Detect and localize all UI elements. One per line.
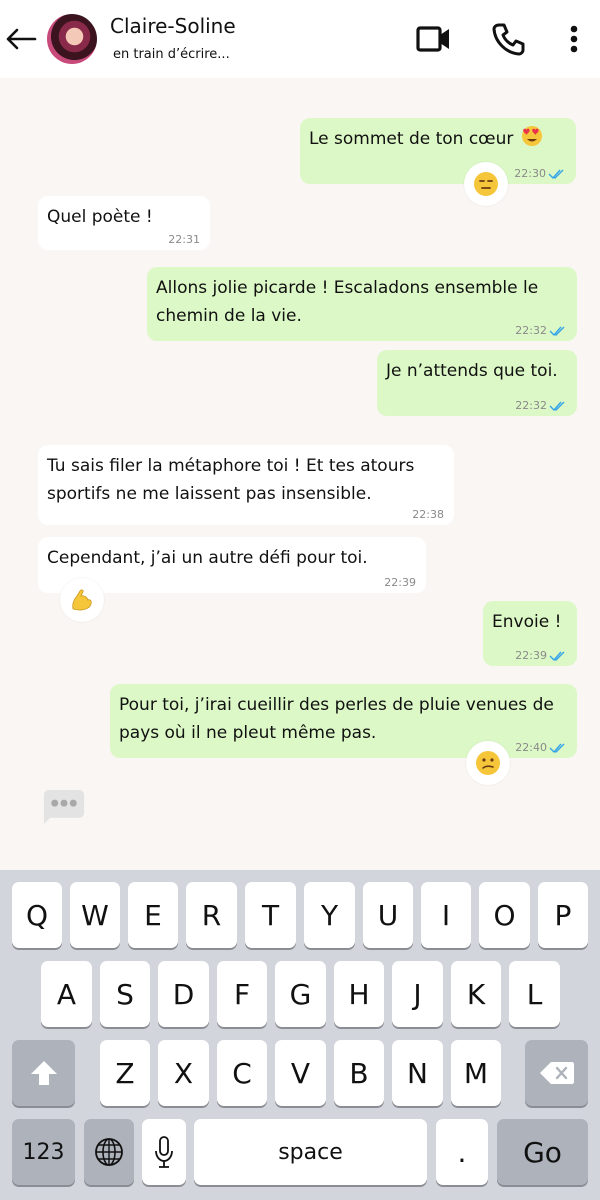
contact-name[interactable]: Claire-Soline	[110, 14, 236, 38]
key-x[interactable]: X	[158, 1040, 209, 1106]
read-receipt-icon	[549, 651, 565, 662]
key-m[interactable]: M	[451, 1040, 501, 1106]
message-bubble-outgoing[interactable]: Envoie ! 22:39	[483, 601, 577, 666]
key-r[interactable]: R	[186, 882, 237, 948]
key-b[interactable]: B	[334, 1040, 384, 1106]
confused-face-icon	[476, 751, 500, 775]
message-bubble-incoming[interactable]: Quel poète ! 22:31	[38, 196, 210, 250]
phone-call-icon[interactable]	[489, 20, 527, 58]
message-time: 22:31	[168, 233, 200, 246]
key-q[interactable]: Q	[12, 882, 62, 948]
back-arrow-icon[interactable]	[4, 22, 38, 56]
key-h[interactable]: H	[334, 961, 384, 1027]
message-text: Pour toi, j’irai cueillir des perles de …	[119, 695, 554, 743]
message-time: 22:32	[515, 399, 547, 412]
keyboard: Q W E R T Y U I O P A S D F G H J K L Z …	[0, 870, 600, 1200]
message-bubble-outgoing[interactable]: Je n’attends que toi. 22:32	[377, 350, 577, 416]
key-g[interactable]: G	[275, 961, 326, 1027]
reaction-badge[interactable]	[466, 741, 510, 785]
microphone-key[interactable]	[142, 1119, 186, 1185]
message-text: Tu sais filer la métaphore toi ! Et tes …	[47, 456, 415, 504]
flexed-biceps-icon	[72, 589, 92, 611]
key-y[interactable]: Y	[304, 882, 355, 948]
heart-eyes-emoji-icon	[521, 126, 542, 146]
go-key[interactable]: Go	[497, 1119, 588, 1185]
message-bubble-outgoing[interactable]: Pour toi, j’irai cueillir des perles de …	[110, 684, 577, 758]
key-a[interactable]: A	[41, 961, 92, 1027]
read-receipt-icon	[549, 743, 565, 754]
backspace-icon	[539, 1062, 574, 1084]
message-text: Le sommet de ton cœur	[309, 129, 514, 149]
key-i[interactable]: I	[421, 882, 471, 948]
expressionless-face-icon	[474, 172, 498, 196]
key-l[interactable]: L	[509, 961, 560, 1027]
message-time: 22:38	[412, 508, 444, 521]
message-time: 22:39	[384, 576, 416, 589]
globe-icon	[95, 1138, 123, 1166]
key-k[interactable]: K	[451, 961, 501, 1027]
key-n[interactable]: N	[392, 1040, 443, 1106]
space-key[interactable]: space	[194, 1119, 427, 1185]
avatar[interactable]	[47, 14, 97, 64]
key-o[interactable]: O	[479, 882, 530, 948]
more-options-icon[interactable]	[559, 20, 589, 58]
period-key[interactable]: .	[436, 1119, 488, 1185]
read-receipt-icon	[549, 326, 565, 337]
microphone-icon	[155, 1136, 173, 1168]
key-w[interactable]: W	[70, 882, 120, 948]
read-receipt-icon	[548, 169, 564, 180]
message-bubble-incoming[interactable]: Tu sais filer la métaphore toi ! Et tes …	[38, 445, 454, 525]
key-s[interactable]: S	[100, 961, 150, 1027]
message-text: Allons jolie picarde ! Escaladons ensemb…	[156, 278, 539, 326]
reaction-badge[interactable]	[464, 162, 508, 206]
message-time: 22:30	[514, 167, 546, 180]
message-bubble-outgoing[interactable]: Le sommet de ton cœur 22:30	[300, 118, 576, 184]
message-time: 22:32	[515, 324, 547, 337]
video-call-icon[interactable]	[415, 20, 453, 58]
numbers-key[interactable]: 123	[12, 1119, 75, 1185]
key-v[interactable]: V	[275, 1040, 326, 1106]
key-e[interactable]: E	[128, 882, 178, 948]
key-d[interactable]: D	[158, 961, 209, 1027]
message-text: Cependant, j’ai un autre défi pour toi.	[47, 548, 368, 568]
chat-header: Claire-Soline en train d’écrire...	[0, 0, 600, 78]
message-text: Je n’attends que toi.	[386, 361, 558, 381]
key-f[interactable]: F	[217, 961, 267, 1027]
shift-key[interactable]	[12, 1040, 75, 1106]
typing-status: en train d’écrire...	[113, 47, 230, 62]
shift-arrow-icon	[30, 1061, 57, 1085]
backspace-key[interactable]	[525, 1040, 588, 1106]
globe-key[interactable]	[84, 1119, 134, 1185]
message-time: 22:40	[515, 741, 547, 754]
key-p[interactable]: P	[538, 882, 588, 948]
read-receipt-icon	[549, 401, 565, 412]
reaction-badge[interactable]	[60, 578, 104, 622]
message-bubble-outgoing[interactable]: Allons jolie picarde ! Escaladons ensemb…	[147, 267, 577, 341]
key-z[interactable]: Z	[100, 1040, 150, 1106]
key-u[interactable]: U	[363, 882, 413, 948]
message-text: Quel poète !	[47, 207, 153, 227]
message-text: Envoie !	[492, 612, 562, 632]
key-c[interactable]: C	[217, 1040, 267, 1106]
key-t[interactable]: T	[245, 882, 296, 948]
typing-indicator-icon	[43, 790, 85, 824]
message-time: 22:39	[515, 649, 547, 662]
key-j[interactable]: J	[392, 961, 443, 1027]
